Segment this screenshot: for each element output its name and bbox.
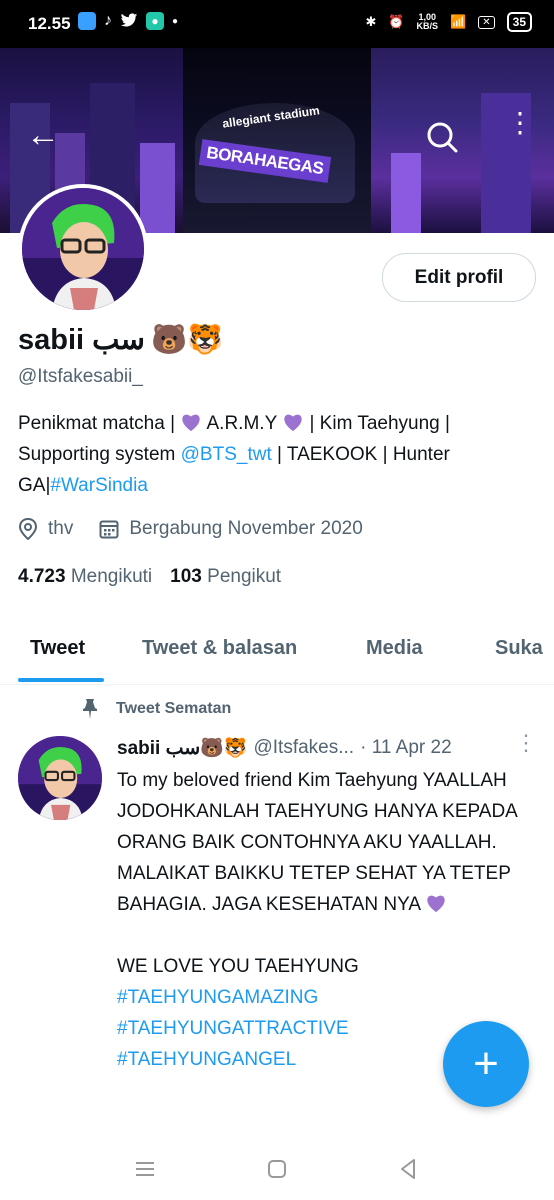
system-nav-bar [0,1140,554,1200]
bio-hashtag-link[interactable]: #WarSindia [50,475,148,496]
profile-meta: thv Bergabung November 2020 [18,518,363,540]
tab-tweet-balasan[interactable]: Tweet & balasan [142,618,297,684]
notification-icons: ♪ ● ● [78,12,178,30]
calendar-icon [99,520,119,539]
tab-suka[interactable]: Suka [495,618,543,684]
app-notification-icon-2: ● [146,12,164,30]
purple-heart-icon [427,895,446,913]
pin-icon [83,699,97,719]
bluetooth-icon: ✱ [365,14,377,29]
followers-label: Pengikut [207,566,282,587]
tweet-author-name[interactable]: sabii سب [117,737,200,760]
banner-photo-3 [371,48,554,233]
alarm-icon: ⏰ [388,14,405,29]
profile-avatar[interactable] [18,184,148,314]
profile-name-text: sabii سب [18,324,145,356]
app-notification-icon [78,12,96,30]
more-vertical-icon[interactable]: ⋮ [506,109,534,154]
wifi-icon: 📶 [450,14,467,29]
tweet-author-emoji: 🐻🐯 [200,738,248,759]
avatar-illustration [22,188,144,310]
tweet-date: · 11 Apr 22 [360,737,452,758]
tweet-author-handle: @Itsfakes... [253,737,355,758]
profile-location: thv [48,518,74,539]
active-tab-indicator [18,678,104,682]
profile-name: sabii سب 🐻🐯 [18,322,223,357]
following-count: 4.723 [18,566,66,587]
profile-joined-date: Bergabung November 2020 [129,518,363,539]
back-nav-icon[interactable] [393,1154,423,1184]
bio-mention-link[interactable]: @BTS_twt [181,444,272,465]
tab-tweet[interactable]: Tweet [30,618,85,684]
twitter-bird-icon [120,13,138,27]
followers-count: 103 [170,566,202,587]
status-time: 12.55 [28,14,71,33]
edit-profile-button[interactable]: Edit profil [382,253,536,302]
profile-tabs: Tweet Tweet & balasan Media Suka [0,618,554,685]
followers-link[interactable]: 103 Pengikut [170,566,281,588]
tiktok-icon: ♪ [104,12,112,29]
location-icon [18,518,38,540]
status-bar: 12.55 ♪ ● ● ✱ ⏰ 1,00 KB/S 📶 ✕ 35 [0,0,554,48]
profile-bio: Penikmat matcha | A.R.M.Y | Kim Taehyung… [18,408,538,501]
purple-heart-icon [182,414,200,432]
profile-handle: @Itsfakesabii_ [18,366,143,387]
tab-media[interactable]: Media [366,618,423,684]
notification-dot-icon: ● [172,15,179,27]
following-link[interactable]: 4.723 Mengikuti [18,566,152,588]
tweet-text-second: WE LOVE YOU TAEHYUNG [117,956,359,977]
tweet-text-main: To my beloved friend Kim Taehyung YAALLA… [117,770,517,915]
tweet-hashtag-3[interactable]: #TAEHYUNGANGEL [117,1049,296,1070]
status-system-icons: ✱ ⏰ 1,00 KB/S 📶 ✕ 35 [365,12,532,32]
purple-heart-icon [284,414,302,432]
tweet-hashtag-2[interactable]: #TAEHYUNGATTRACTIVE [117,1018,349,1039]
profile-name-emoji: 🐻🐯 [150,323,224,356]
avatar-illustration [18,736,102,820]
profile-stats: 4.723 Mengikuti 103 Pengikut [18,566,281,588]
compose-plus-icon[interactable]: + [443,1021,529,1107]
network-speed: 1,00 KB/S [416,12,439,31]
pinned-label-text: Tweet Sematan [116,700,232,717]
bio-text-2: A.R.M.Y [202,413,283,434]
battery-indicator: 35 [506,12,532,32]
tweet-header: sabii سب 🐻🐯 @Itsfakes... · 11 Apr 22 ⋮ [117,732,537,760]
tweet-more-icon[interactable]: ⋮ [515,732,537,754]
home-icon[interactable] [262,1154,292,1184]
bio-text-1: Penikmat matcha | [18,413,181,434]
tweet-hashtag-1[interactable]: #TAEHYUNGAMAZING [117,987,318,1008]
sim-icon: ✕ [478,15,495,29]
pinned-label: Tweet Sematan [80,698,231,720]
following-label: Mengikuti [70,566,153,587]
back-arrow-icon[interactable]: ← [18,110,68,160]
search-icon[interactable] [425,120,459,154]
recent-apps-icon[interactable] [130,1154,160,1184]
tweet-avatar[interactable] [18,736,102,820]
